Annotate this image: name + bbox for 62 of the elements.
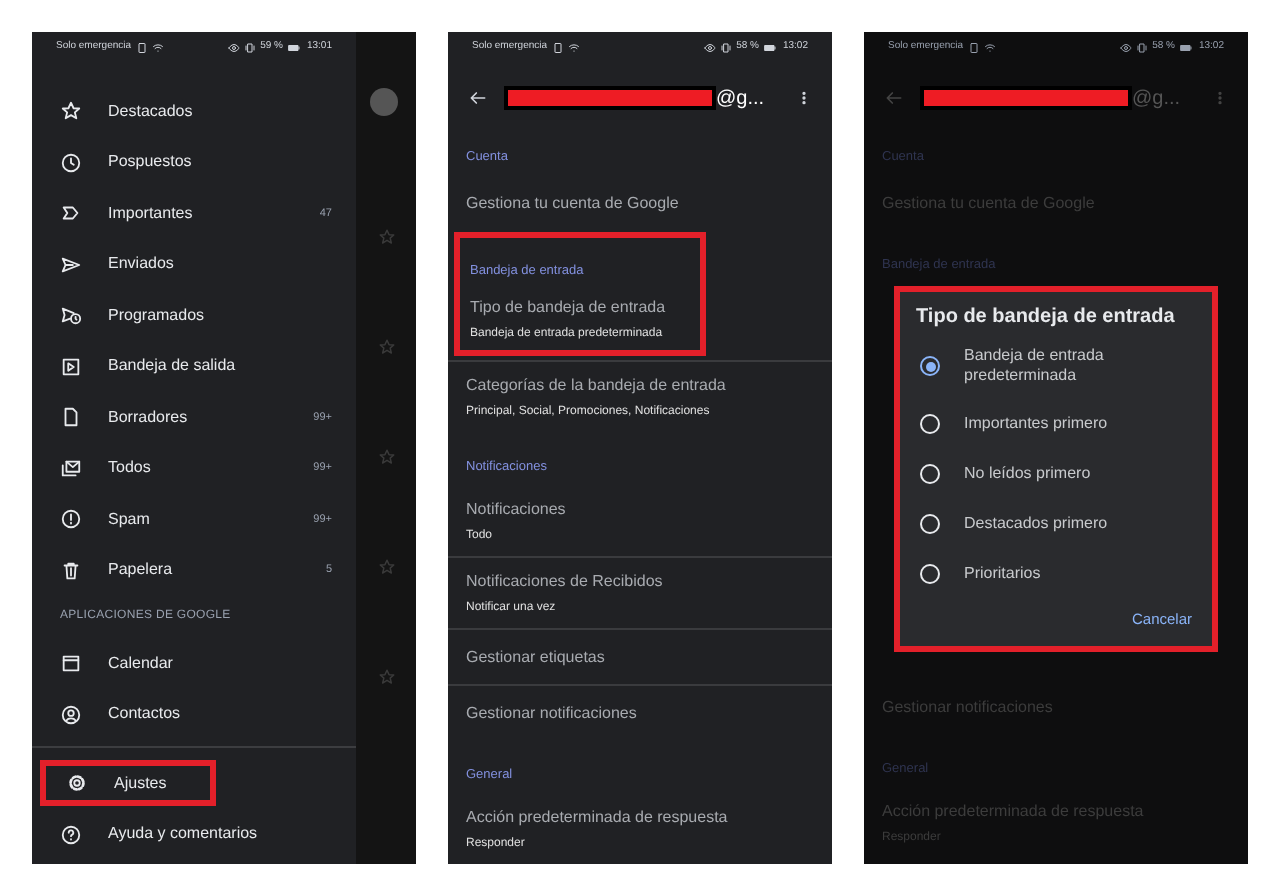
star-icon — [60, 100, 82, 123]
star-icon — [377, 228, 395, 246]
outbox-icon — [60, 355, 82, 378]
settings-item[interactable]: Gestionar notificaciones — [448, 686, 832, 742]
menu-item[interactable]: Bandeja de salida — [108, 354, 236, 379]
battery-icon — [762, 42, 779, 54]
eye-icon — [228, 42, 241, 54]
battery-icon — [286, 42, 303, 54]
trash-icon — [60, 559, 82, 582]
menu-item[interactable]: Borradores — [108, 405, 188, 430]
menu-item[interactable]: Spam — [108, 507, 150, 532]
back-arrow-icon[interactable] — [468, 88, 488, 108]
menu-item[interactable]: Calendar — [108, 651, 173, 676]
mail-stack-icon — [60, 457, 82, 480]
radio-option[interactable]: No leídos primero — [916, 448, 1196, 498]
menu-item[interactable]: Destacados — [108, 99, 193, 124]
help-icon — [60, 823, 82, 846]
clock-icon — [60, 151, 82, 174]
calendar-icon — [60, 652, 82, 675]
radio-option[interactable]: Bandeja de entrada predeterminada — [916, 334, 1196, 398]
file-icon — [60, 406, 82, 429]
vibrate-icon — [1136, 42, 1149, 54]
wifi-icon — [151, 42, 164, 54]
eye-icon — [1120, 42, 1133, 54]
menu-item[interactable]: Todos — [108, 456, 151, 481]
label-icon — [60, 202, 82, 225]
star-icon — [377, 558, 395, 576]
star-icon — [377, 668, 395, 686]
settings-icon — [66, 772, 88, 795]
menu-item[interactable]: Contactos — [108, 702, 181, 727]
menu-item[interactable]: Enviados — [108, 252, 174, 277]
star-icon — [377, 338, 395, 356]
menu-item[interactable]: Programados — [108, 303, 205, 328]
eye-icon — [704, 42, 717, 54]
send-icon — [60, 253, 82, 276]
sim-icon — [551, 42, 564, 54]
account-email: @g... — [1132, 85, 1181, 113]
alert-icon — [60, 508, 82, 531]
radio-option[interactable]: Importantes primero — [916, 398, 1196, 448]
radio-option[interactable]: Prioritarios — [916, 548, 1196, 598]
menu-item[interactable]: Importantes — [108, 201, 193, 226]
settings-item[interactable]: Gestiona tu cuenta de Google — [448, 176, 832, 232]
menu-item[interactable]: Ayuda y comentarios — [108, 822, 258, 847]
avatar — [370, 88, 398, 116]
menu-item[interactable]: Papelera — [108, 558, 173, 583]
radio-button[interactable] — [920, 356, 940, 376]
star-icon — [377, 448, 395, 466]
settings-item[interactable]: Gestionar etiquetas — [448, 630, 832, 686]
radio-option[interactable]: Destacados primero — [916, 498, 1196, 548]
account-email: @g... — [716, 85, 765, 113]
vibrate-icon — [720, 42, 733, 54]
sim-icon — [967, 42, 980, 54]
wifi-icon — [983, 42, 996, 54]
sim-icon — [135, 42, 148, 54]
contact-icon — [60, 703, 82, 726]
battery-icon — [1178, 42, 1195, 54]
scheduled-send-icon — [60, 304, 82, 327]
menu-item[interactable]: Ajustes — [114, 771, 167, 796]
dialog-title: Tipo de bandeja de entrada — [916, 304, 1177, 332]
wifi-icon — [567, 42, 580, 54]
vibrate-icon — [244, 42, 257, 54]
menu-item[interactable]: Pospuestos — [108, 150, 192, 175]
